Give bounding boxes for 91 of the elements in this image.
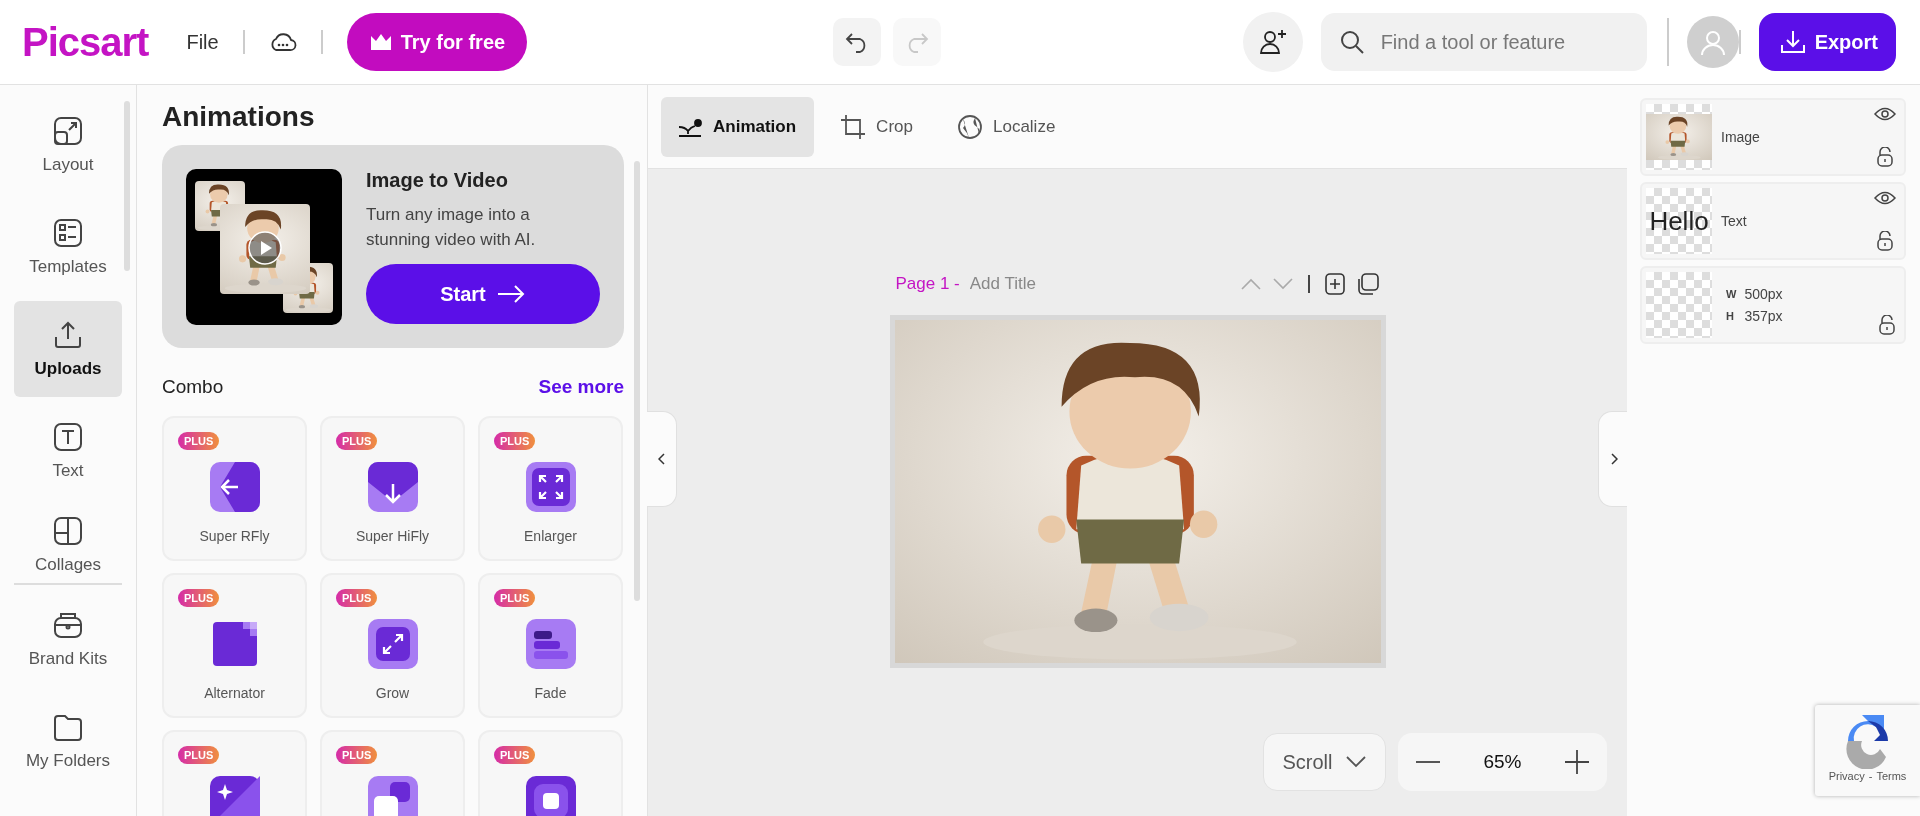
- plus-badge: PLUS: [494, 432, 536, 450]
- zoom-in-icon[interactable]: [1565, 750, 1589, 774]
- crown-icon: [368, 32, 393, 52]
- effect-icon: [367, 776, 418, 816]
- effect-icon: [367, 462, 418, 512]
- search-icon: [1338, 29, 1365, 55]
- layer-name: Text: [1721, 213, 1748, 229]
- effect-icon: [525, 619, 576, 669]
- effect-icon: [367, 619, 418, 669]
- promo-title: Image to Video: [366, 169, 509, 192]
- eye-icon[interactable]: [1874, 107, 1896, 121]
- scrollbar[interactable]: [634, 161, 640, 601]
- unlock-icon[interactable]: [1876, 147, 1894, 167]
- layout-icon: [52, 115, 84, 147]
- logo[interactable]: Picsart: [22, 19, 149, 65]
- effect-card[interactable]: PLUS Grow: [320, 573, 465, 718]
- nav-item[interactable]: Text: [14, 403, 122, 499]
- privacy-link[interactable]: Privacy: [1828, 770, 1865, 782]
- undo-button[interactable]: [833, 18, 882, 66]
- effect-icon: [525, 462, 576, 512]
- nav-item[interactable]: Templates: [14, 199, 122, 295]
- upload-icon: [52, 319, 84, 351]
- effect-card[interactable]: PLUS Fade: [478, 573, 623, 718]
- unlock-icon[interactable]: [1876, 231, 1894, 251]
- scrollbar[interactable]: [124, 101, 130, 271]
- plus-badge: PLUS: [494, 746, 536, 764]
- width-value: 500px: [1744, 286, 1784, 302]
- height-value: 357px: [1744, 308, 1784, 324]
- effect-icon: [525, 776, 576, 816]
- cloud-icon[interactable]: [268, 31, 297, 53]
- plus-badge: PLUS: [178, 432, 220, 450]
- try-for-free-button[interactable]: Try for free: [346, 13, 528, 71]
- arrow-right-icon: [495, 284, 526, 304]
- effect-icon: [209, 776, 260, 816]
- terms-link[interactable]: Terms: [1876, 770, 1907, 782]
- plus-badge: PLUS: [336, 746, 378, 764]
- unlock-icon[interactable]: [1878, 315, 1896, 335]
- height-label: H: [1726, 310, 1735, 322]
- text-icon: [52, 421, 84, 453]
- zoom-level: 65%: [1483, 751, 1522, 773]
- nav-item[interactable]: My Folders: [14, 693, 122, 789]
- toolbar-tab[interactable]: Animation: [661, 96, 815, 157]
- nav-item[interactable]: Uploads: [14, 301, 122, 397]
- nav-item[interactable]: Collages: [14, 505, 122, 575]
- download-icon: [1778, 28, 1807, 56]
- search-field[interactable]: Find a tool or feature: [1320, 13, 1647, 71]
- templates-icon: [52, 217, 84, 249]
- effect-icon: [209, 462, 260, 512]
- eye-icon[interactable]: [1874, 191, 1896, 205]
- chevron-down-icon: [1344, 755, 1367, 769]
- page-title-field[interactable]: Add Title: [969, 274, 1080, 294]
- export-button[interactable]: Export: [1758, 13, 1896, 71]
- effect-card[interactable]: PLUS Super RFly: [162, 416, 307, 561]
- start-button[interactable]: Start: [366, 264, 600, 324]
- add-page-icon[interactable]: [1323, 272, 1346, 296]
- layer-name: Image: [1721, 129, 1761, 145]
- plus-badge: PLUS: [494, 589, 536, 607]
- plus-badge: PLUS: [178, 589, 220, 607]
- toolbar-tab[interactable]: Crop: [824, 96, 931, 157]
- effect-card[interactable]: PLUS Alternator: [162, 573, 307, 718]
- add-user-icon: [1257, 27, 1288, 57]
- layer-thumbnail: Hello: [1646, 188, 1712, 254]
- layer-row[interactable]: Image: [1640, 98, 1906, 176]
- plus-badge: PLUS: [336, 589, 378, 607]
- nav-item[interactable]: Layout: [14, 97, 122, 193]
- toolbar-tab[interactable]: Localize: [940, 96, 1074, 157]
- nav-item[interactable]: Brand Kits: [14, 591, 122, 687]
- chevron-right-icon: [1609, 453, 1618, 465]
- panel-title: Animations: [162, 101, 316, 133]
- link-separator: -: [1868, 770, 1873, 782]
- duplicate-page-icon[interactable]: [1355, 272, 1380, 296]
- zoom-out-icon[interactable]: [1416, 760, 1440, 764]
- promo-description: Turn any image into a stunning video with AI.: [366, 204, 537, 251]
- layer-row[interactable]: W 500px H 357px: [1640, 266, 1906, 344]
- globe-icon: [956, 113, 983, 140]
- effect-card[interactable]: PLUS Enlarger: [478, 416, 623, 561]
- view-mode-dropdown[interactable]: Scroll: [1263, 733, 1386, 791]
- chevron-left-icon: [657, 453, 666, 465]
- search-input[interactable]: Find a tool or feature: [1380, 22, 1629, 62]
- layer-thumbnail: [1646, 272, 1712, 338]
- file-menu[interactable]: File: [186, 30, 219, 54]
- see-more-link[interactable]: See more: [538, 376, 624, 398]
- plus-badge: PLUS: [178, 746, 220, 764]
- width-label: W: [1726, 288, 1737, 300]
- page-number: Page 1 -: [895, 274, 960, 294]
- collage-icon: [52, 515, 84, 547]
- crop-icon: [840, 113, 867, 140]
- plus-badge: PLUS: [336, 432, 378, 450]
- layer-row[interactable]: Hello Text: [1640, 182, 1906, 260]
- effect-card[interactable]: PLUS Super HiFly: [320, 416, 465, 561]
- section-title: Combo: [162, 376, 224, 398]
